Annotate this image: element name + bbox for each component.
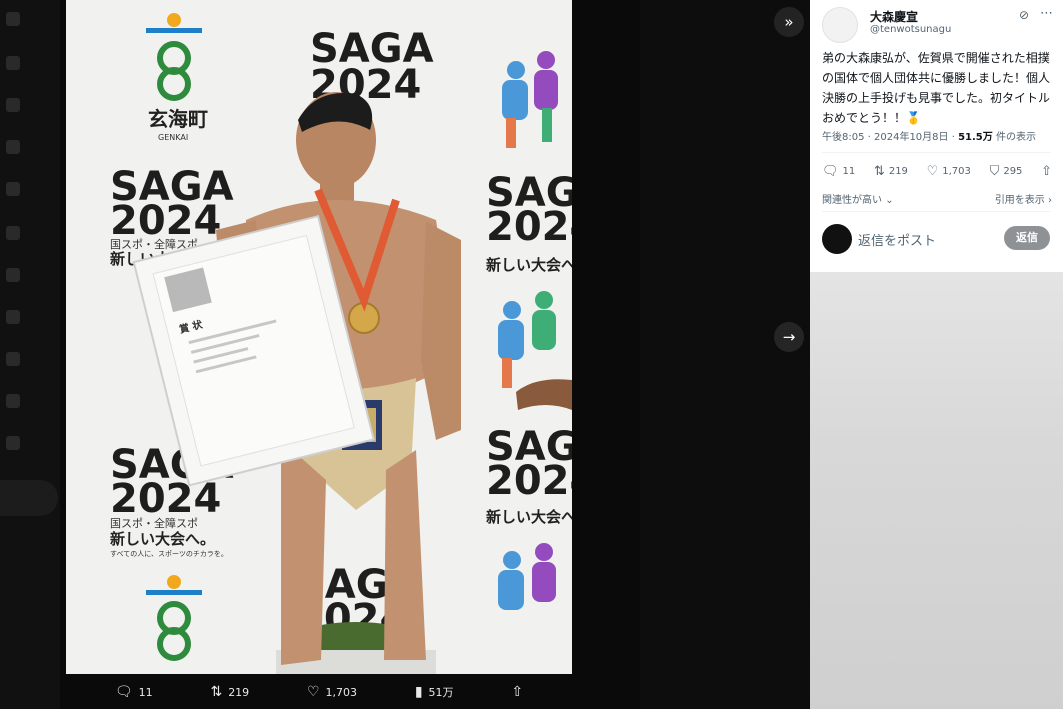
chevron-right-icon: ›: [1048, 195, 1052, 206]
background-post-button: [0, 480, 58, 516]
post-detail-panel: 大森慶宣 @tenwotsunagu ⊘ ⋯ 弟の大森康弘が、佐賀県で開催された…: [810, 0, 1063, 272]
chevron-down-icon: ⌄: [885, 195, 894, 206]
like-button[interactable]: ♡ 1,703: [927, 164, 971, 179]
post-text: 弟の大森康弘が、佐賀県で開催された相撲の国体で個人団体共に優勝しました！個人決勝…: [822, 51, 1051, 125]
post-timestamp[interactable]: 午後8:05 · 2024年10月8日 ·: [822, 132, 958, 143]
bookmark-button[interactable]: ⛉ 295: [990, 164, 1023, 179]
media-reply-button[interactable]: 🗨 11: [115, 684, 153, 700]
divider: [822, 211, 1051, 212]
media-viewer: 玄海町 GENKAI SAGA 2024 国スポ・全障スポ 新しい大会へ。 SA…: [0, 0, 1063, 709]
repost-count: 219: [888, 166, 908, 177]
svg-text:新しい大会へ。: 新しい大会へ。: [486, 508, 572, 526]
bookmark-count: 295: [1003, 166, 1023, 177]
reply-sort-row: 関連性が高い ⌄ 引用を表示 ›: [822, 191, 1052, 206]
photo-town-roman: GENKAI: [158, 133, 188, 142]
speech-bubble-icon: 🗨: [114, 684, 133, 700]
media-repost-button[interactable]: ⇅ 219: [210, 684, 249, 700]
bar-chart-icon: ▮: [414, 684, 423, 700]
heart-icon: ♡: [926, 164, 939, 179]
share-icon: ⇧: [1041, 164, 1052, 179]
svg-text:新しい大会へ。: 新しい大会へ。: [486, 256, 572, 274]
background-sidebar: [640, 0, 810, 709]
sort-dropdown[interactable]: 関連性が高い ⌄: [822, 191, 894, 206]
reply-input[interactable]: 返信をポスト: [858, 230, 936, 249]
media-views-button[interactable]: ▮ 51万: [415, 684, 454, 700]
reply-count: 11: [842, 166, 856, 177]
media-repost-count: 219: [228, 685, 250, 699]
bookmark-icon: ⛉: [989, 164, 1000, 179]
speech-bubble-icon: 🗨: [822, 164, 839, 179]
background-nav: [0, 0, 60, 709]
repost-icon: ⇅: [210, 684, 223, 700]
grok-icon[interactable]: ⊘: [1019, 8, 1029, 22]
divider: [822, 152, 1051, 153]
post-views-count: 51.5万: [958, 132, 993, 143]
svg-text:2024: 2024: [486, 204, 572, 250]
svg-text:すべての人に、スポーツのチカラを。: すべての人に、スポーツのチカラを。: [110, 550, 228, 558]
post-views-label: 件の表示: [992, 132, 1036, 143]
avatar: [822, 224, 852, 254]
reply-submit-button[interactable]: 返信: [1004, 226, 1050, 250]
heart-icon: ♡: [306, 684, 320, 700]
media-reply-count: 11: [138, 685, 153, 699]
arrow-right-icon[interactable]: →: [774, 322, 804, 352]
svg-text:2024: 2024: [486, 458, 572, 504]
post-photo[interactable]: 玄海町 GENKAI SAGA 2024 国スポ・全障スポ 新しい大会へ。 SA…: [66, 0, 572, 674]
repost-button[interactable]: ⇅ 219: [874, 164, 908, 179]
svg-text:国スポ・全障スポ: 国スポ・全障スポ: [110, 516, 198, 530]
author-handle[interactable]: @tenwotsunagu: [870, 24, 951, 35]
blurred-replies-area: [810, 272, 1063, 709]
media-like-count: 1,703: [325, 685, 358, 699]
chevron-double-right-icon[interactable]: »: [774, 7, 804, 37]
view-quotes-link[interactable]: 引用を表示 ›: [995, 191, 1052, 206]
more-icon[interactable]: ⋯: [1040, 6, 1053, 21]
media-like-button[interactable]: ♡ 1,703: [307, 684, 357, 700]
view-quotes-label: 引用を表示: [994, 195, 1045, 206]
post-stats: 🗨 11 ⇅ 219 ♡ 1,703 ⛉ 295 ⇧: [822, 164, 1052, 179]
post-meta: 午後8:05 · 2024年10月8日 · 51.5万 件の表示: [822, 128, 1036, 143]
author-display-name[interactable]: 大森慶宣: [870, 8, 918, 25]
sort-label: 関連性が高い: [822, 195, 882, 206]
repost-icon: ⇅: [873, 164, 885, 179]
svg-text:新しい大会へ。: 新しい大会へ。: [110, 530, 215, 548]
share-icon: ⇧: [511, 684, 524, 700]
media-views-count: 51万: [428, 686, 454, 699]
reply-button[interactable]: 🗨 11: [822, 164, 855, 179]
media-share-button[interactable]: ⇧: [511, 684, 523, 700]
avatar[interactable]: [822, 7, 858, 43]
like-count: 1,703: [942, 166, 971, 177]
svg-text:2024: 2024: [110, 476, 221, 522]
media-action-bar: 🗨 11 ⇅ 219 ♡ 1,703 ▮ 51万 ⇧: [66, 676, 572, 708]
photo-town-name: 玄海町: [148, 107, 208, 131]
share-button[interactable]: ⇧: [1041, 164, 1052, 179]
